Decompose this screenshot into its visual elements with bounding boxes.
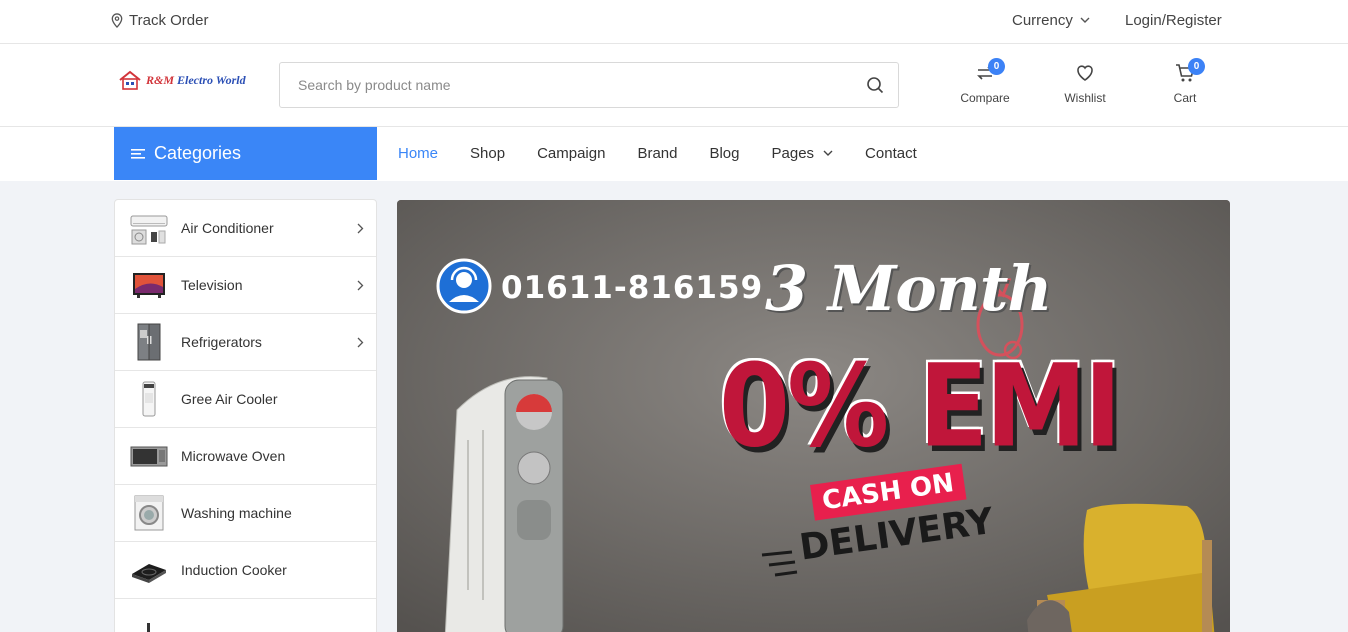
currency-label: Currency — [1012, 12, 1073, 29]
cart-label: Cart — [1173, 91, 1197, 105]
chevron-down-icon — [1080, 17, 1090, 23]
air-conditioner-icon — [129, 208, 169, 248]
location-pin-icon — [111, 13, 123, 28]
category-television[interactable]: Television — [115, 257, 376, 314]
category-washing-machine[interactable]: Washing machine — [115, 485, 376, 542]
category-label: Gree Air Cooler — [181, 391, 278, 407]
main-content: Air Conditioner Television Refrigerators… — [0, 181, 1348, 632]
compare-count-badge: 0 — [988, 58, 1005, 75]
main-nav: Categories Home Shop Campaign Brand Blog… — [0, 127, 1348, 181]
nav-links: Home Shop Campaign Brand Blog Pages Cont… — [398, 127, 949, 180]
nav-campaign[interactable]: Campaign — [537, 145, 605, 162]
category-refrigerators[interactable]: Refrigerators — [115, 314, 376, 371]
logo-brand-prefix: R&M — [146, 72, 175, 87]
category-label: Microwave Oven — [181, 448, 286, 464]
oil-heater-image — [444, 376, 564, 632]
category-label: Induction Cooker — [181, 562, 287, 578]
heart-icon — [1077, 65, 1093, 81]
banner-headline: 3 Month — [765, 252, 1053, 325]
nav-shop[interactable]: Shop — [470, 145, 505, 162]
chevron-right-icon — [357, 280, 364, 291]
category-sidebar: Air Conditioner Television Refrigerators… — [114, 199, 377, 632]
cart-button[interactable]: 0 Cart — [1150, 58, 1220, 105]
partial-item-icon — [129, 607, 169, 632]
category-label: Refrigerators — [181, 334, 262, 350]
chevron-down-icon — [823, 150, 833, 156]
category-label: Television — [181, 277, 243, 293]
category-induction-cooker[interactable]: Induction Cooker — [115, 542, 376, 599]
category-microwave-oven[interactable]: Microwave Oven — [115, 428, 376, 485]
currency-dropdown[interactable]: Currency — [1012, 12, 1090, 29]
nav-pages[interactable]: Pages — [772, 145, 834, 162]
chevron-right-icon — [357, 223, 364, 234]
logo-brand-suffix: Electro World — [177, 72, 246, 87]
house-logo-icon — [119, 70, 141, 90]
chevron-right-icon — [357, 337, 364, 348]
category-label: Air Conditioner — [181, 220, 274, 236]
category-gree-air-cooler[interactable]: Gree Air Cooler — [115, 371, 376, 428]
search-icon[interactable] — [866, 76, 884, 94]
washing-machine-icon — [129, 493, 169, 533]
wishlist-button[interactable]: Wishlist — [1050, 62, 1120, 105]
site-logo[interactable]: R&M Electro World — [118, 67, 250, 93]
banner-offer: 0% EMI — [719, 340, 1122, 474]
compare-button[interactable]: 0 Compare — [950, 58, 1020, 105]
nav-brand[interactable]: Brand — [637, 145, 677, 162]
track-order-link[interactable]: Track Order — [110, 12, 208, 29]
site-header: R&M Electro World 0 Compare Wishlist 0 C… — [0, 44, 1348, 127]
menu-lines-icon — [131, 148, 145, 159]
search-input[interactable] — [280, 63, 850, 107]
logo-text: R&M Electro World — [146, 73, 246, 88]
refrigerator-icon — [129, 322, 169, 362]
compare-label: Compare — [960, 91, 1010, 105]
category-partial[interactable] — [115, 599, 376, 632]
microwave-icon — [129, 436, 169, 476]
login-register-link[interactable]: Login/Register — [1125, 12, 1222, 29]
banner-phone-number: 01611-816159 — [501, 270, 764, 306]
nav-home[interactable]: Home — [398, 145, 438, 162]
categories-button[interactable]: Categories — [114, 127, 377, 180]
track-order-label: Track Order — [129, 12, 209, 29]
top-bar: Track Order Currency Login/Register — [0, 0, 1348, 44]
support-agent-icon — [436, 258, 492, 314]
cart-count-badge: 0 — [1188, 58, 1205, 75]
categories-label: Categories — [154, 143, 242, 163]
air-cooler-icon — [129, 379, 169, 419]
nav-blog[interactable]: Blog — [709, 145, 739, 162]
nav-contact[interactable]: Contact — [865, 145, 917, 162]
search-bar — [279, 62, 899, 108]
induction-cooker-icon — [129, 550, 169, 590]
category-label: Washing machine — [181, 505, 292, 521]
nav-pages-label: Pages — [771, 145, 815, 162]
wishlist-label: Wishlist — [1064, 91, 1106, 105]
television-icon — [129, 265, 169, 305]
hero-banner[interactable]: 01611-816159 3 Month 0% EMI CASH ON DELI… — [397, 200, 1230, 632]
category-air-conditioner[interactable]: Air Conditioner — [115, 200, 376, 257]
